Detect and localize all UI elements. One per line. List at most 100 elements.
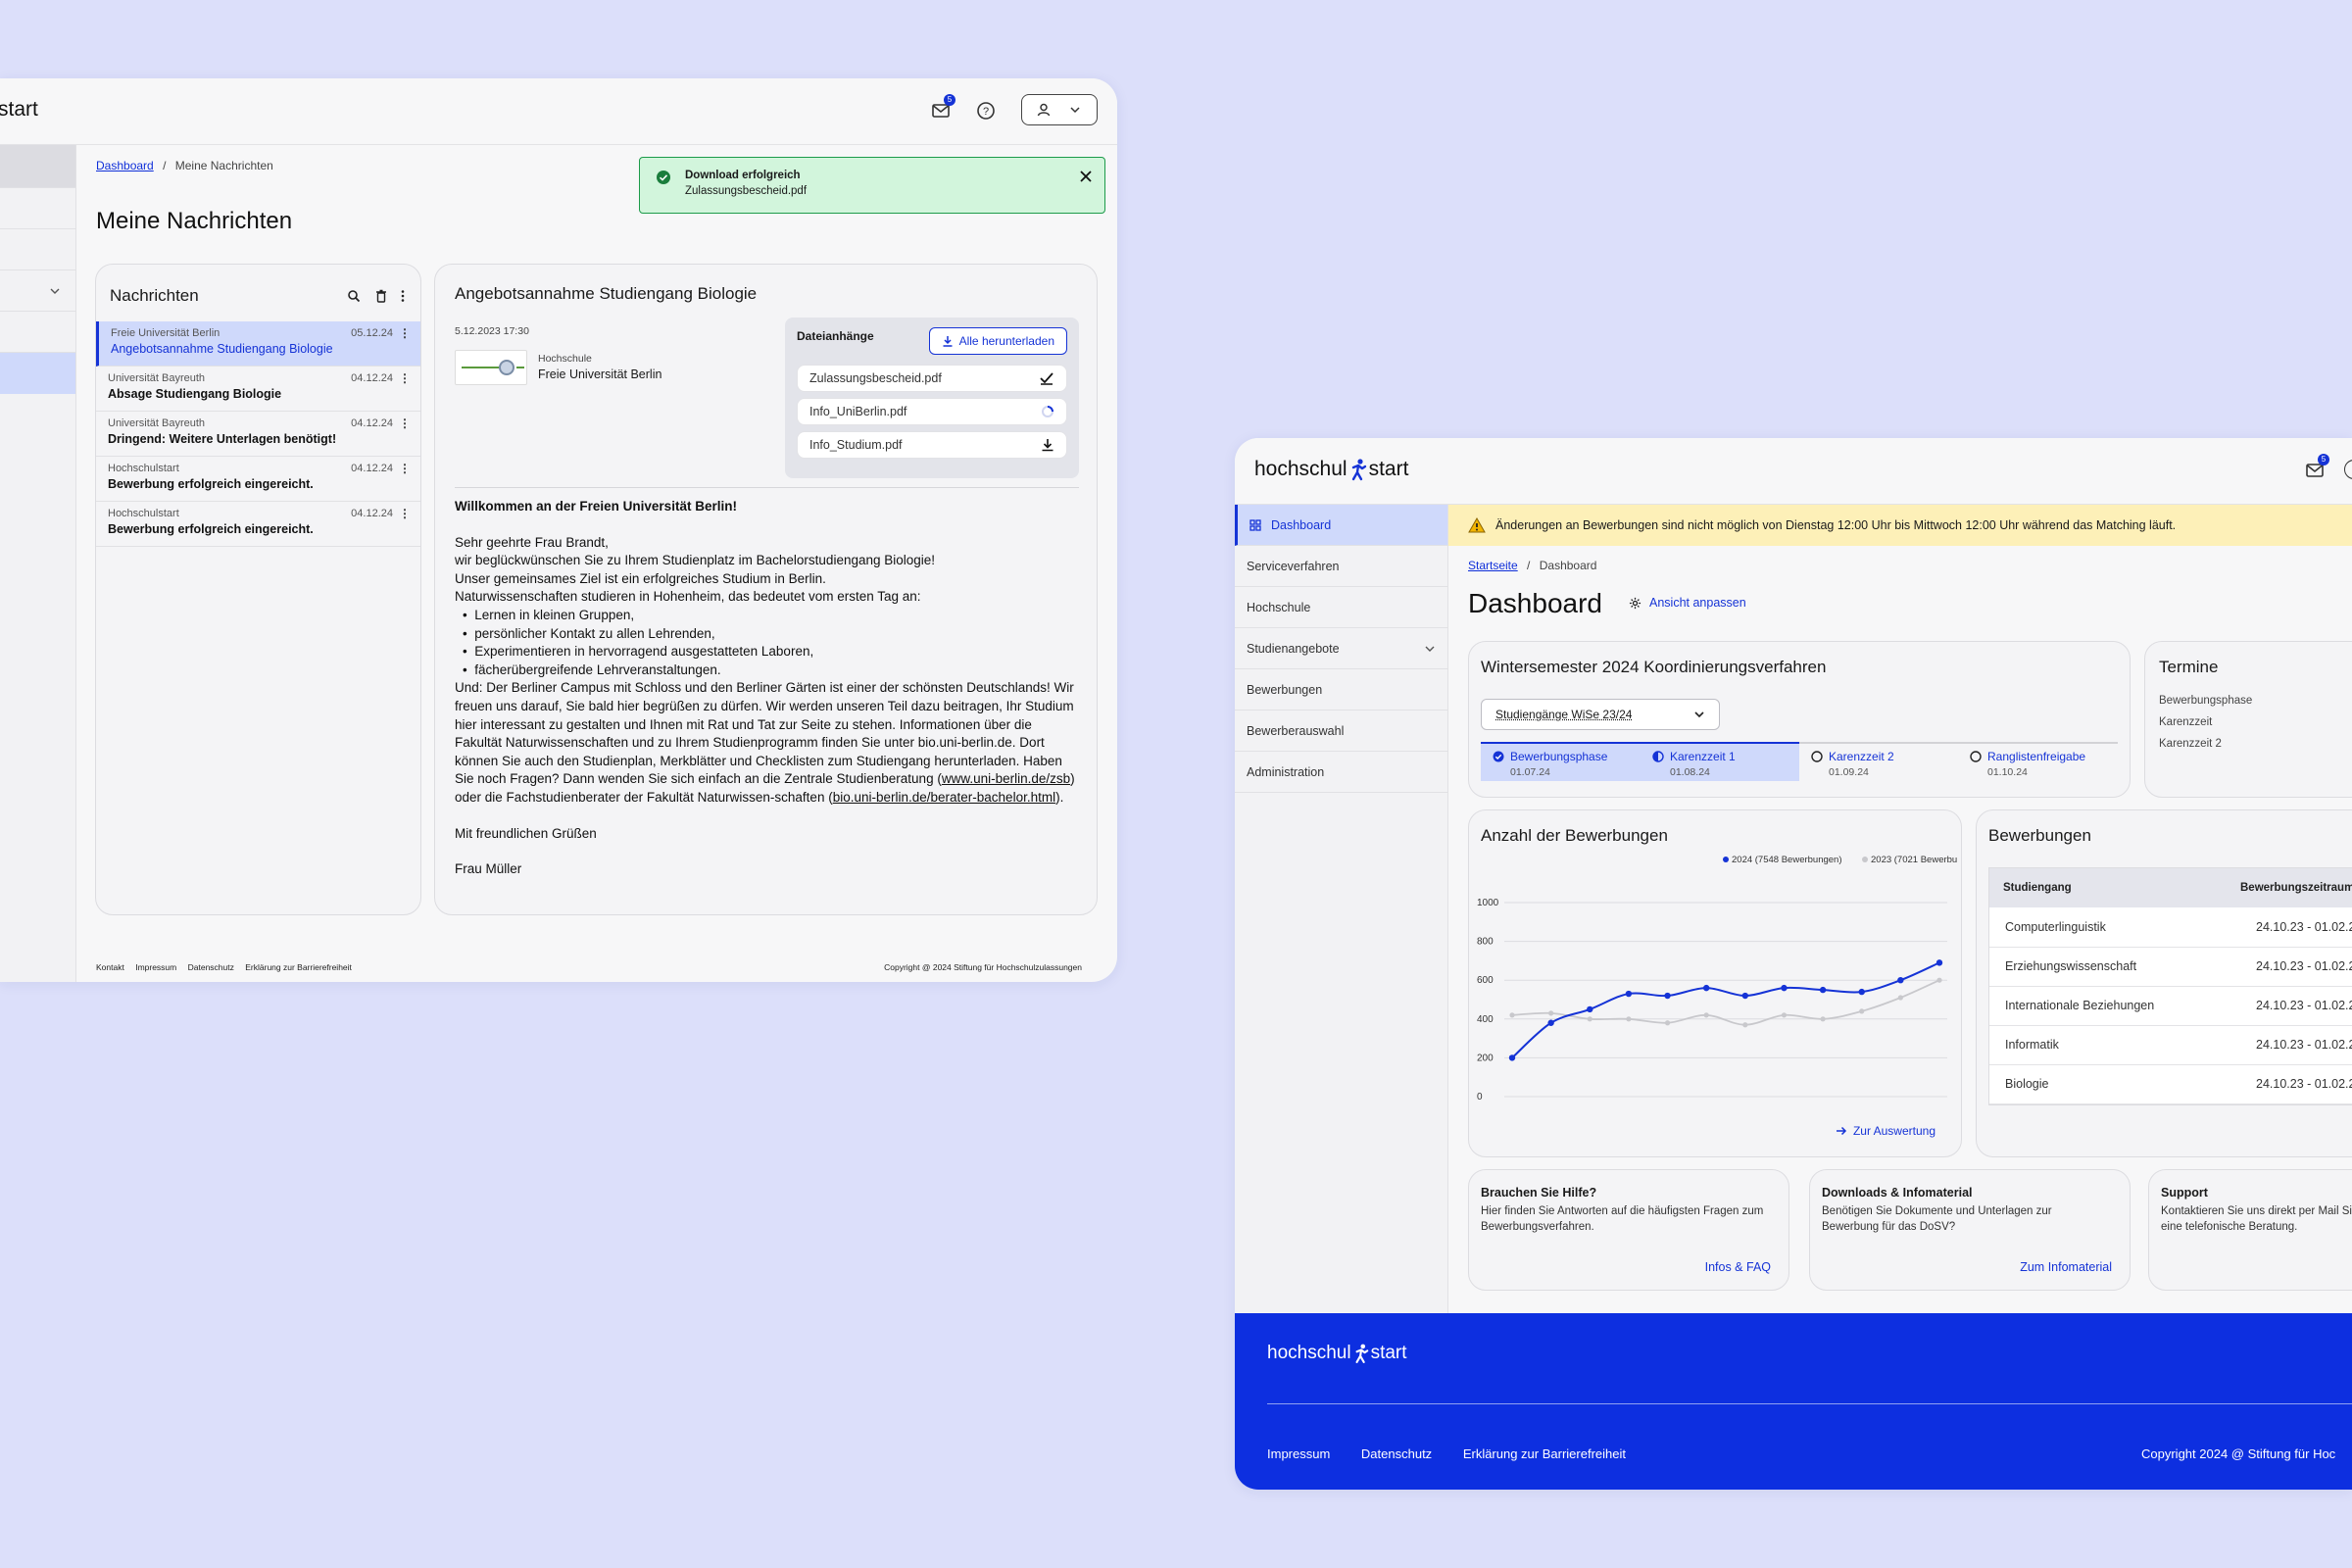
footer-link-barrierefreiheit[interactable]: Erklärung zur Barrierefreiheit <box>1463 1446 1626 1461</box>
sidebar-item-bewerberauswahl[interactable]: Bewerberauswahl <box>1235 710 1447 752</box>
phase-step[interactable]: Ranglistenfreigabe 01.10.24 <box>1958 744 2118 781</box>
chart-data-point <box>1664 1020 1671 1026</box>
sidebar-item-hochschule[interactable]: Hochschule <box>1235 587 1447 628</box>
more-vertical-icon[interactable]: ⋮ <box>399 416 411 430</box>
attachment-row[interactable]: Info_Studium.pdf <box>797 431 1067 459</box>
mail-button[interactable]: 5 <box>2305 454 2329 484</box>
footer-link-datenschutz[interactable]: Datenschutz <box>188 962 234 972</box>
bullet-item: • persönlicher Kontakt zu allen Lehrende… <box>463 625 715 641</box>
chart-data-point <box>1936 959 1943 966</box>
footer-link-kontakt[interactable]: Kontakt <box>96 962 124 972</box>
message-date: 04.12.24 <box>351 463 393 474</box>
sidebar-item[interactable] <box>0 312 75 353</box>
close-icon[interactable] <box>1079 170 1093 183</box>
download-all-button[interactable]: Alle herunterladen <box>928 327 1067 355</box>
footer-link-datenschutz[interactable]: Datenschutz <box>1361 1446 1432 1461</box>
sidebar-item-bewerbungen[interactable]: Bewerbungen <box>1235 669 1447 710</box>
chart-data-point <box>1936 977 1942 983</box>
attachment-row[interactable]: Zulassungsbescheid.pdf <box>797 365 1067 392</box>
breadcrumb: Dashboard / Meine Nachrichten <box>96 159 273 172</box>
sidebar <box>0 145 76 982</box>
sidebar-item-dashboard[interactable]: Dashboard <box>1235 505 1447 546</box>
help-button[interactable]: ? <box>975 100 997 126</box>
toast-filename: Zulassungsbescheid.pdf <box>685 185 808 197</box>
attachment-row[interactable]: Info_UniBerlin.pdf <box>797 398 1067 425</box>
trash-icon[interactable] <box>374 289 388 303</box>
sidebar-item-studienangebote[interactable]: Studienangebote <box>1235 628 1447 669</box>
site-footer: hochschul start Impressum Datenschutz Er… <box>1235 1313 2352 1490</box>
help-icon[interactable] <box>2344 460 2352 479</box>
sidebar-item-active[interactable] <box>0 353 75 394</box>
termine-card: Termine Bewerbungsphase Karenzzeit Karen… <box>2144 641 2352 798</box>
berater-link[interactable]: bio.uni-berlin.de/berater-bachelor.html <box>833 790 1055 805</box>
phase-step[interactable]: Karenzzeit 2 01.09.24 <box>1799 744 1958 781</box>
more-vertical-icon[interactable]: ⋮ <box>399 507 411 520</box>
table-cell: Biologie <box>1989 1064 2240 1104</box>
sidebar-item[interactable] <box>0 188 75 229</box>
phase-step[interactable]: Bewerbungsphase 01.07.24 <box>1481 744 1641 781</box>
footer-divider <box>1267 1403 2352 1404</box>
chart-data-point <box>1587 1005 1593 1013</box>
warning-text: Änderungen an Bewerbungen sind nicht mög… <box>1495 518 2177 532</box>
chart-y-tick-label: 1000 <box>1477 898 1499 908</box>
mail-button[interactable]: 5 <box>931 94 956 124</box>
footer-link-impressum[interactable]: Impressum <box>135 962 176 972</box>
zsb-link[interactable]: www.uni-berlin.de/zsb <box>942 771 1070 786</box>
applications-chart-card: Anzahl der Bewerbungen 1000 800 600 400 200 0… <box>1468 809 1962 1157</box>
message-item[interactable]: Hochschulstart Bewerbung erfolgreich ein… <box>96 502 420 547</box>
evaluation-link[interactable]: Zur Auswertung <box>1836 1124 1936 1138</box>
more-vertical-icon[interactable] <box>400 289 406 303</box>
chevron-down-icon <box>50 288 60 294</box>
sidebar-item[interactable] <box>0 270 75 312</box>
breadcrumb: Startseite / Dashboard <box>1468 559 1596 572</box>
search-icon[interactable] <box>347 289 361 303</box>
chart-data-point <box>1703 1012 1709 1018</box>
footer-logo: hochschul start <box>1267 1343 1407 1364</box>
chart-legend-marker <box>1723 857 1729 862</box>
table-row[interactable]: Computerlinguistik 24.10.23 - 01.02.24 <box>1989 907 2352 948</box>
downloads-card-title: Downloads & Infomaterial <box>1822 1186 1973 1200</box>
chart-data-point <box>1781 1012 1788 1018</box>
attachment-name: Info_Studium.pdf <box>809 438 903 452</box>
table-cell: Erziehungswissenschaft <box>1989 947 2240 987</box>
breadcrumb-separator: / <box>1527 559 1531 572</box>
message-detail-card: Angebotsannahme Studiengang Biologie 5.1… <box>434 264 1098 915</box>
breadcrumb-home-link[interactable]: Dashboard <box>96 159 154 172</box>
applications-table-card: Bewerbungen Studiengang Bewerbungszeitra… <box>1976 809 2352 1157</box>
message-item[interactable]: Universität Bayreuth Dringend: Weitere U… <box>96 412 420 457</box>
message-item[interactable]: Universität Bayreuth Absage Studiengang … <box>96 367 420 412</box>
program-select[interactable]: Studiengänge WiSe 23/24 <box>1481 699 1720 730</box>
table-row[interactable]: Biologie 24.10.23 - 01.02.24 <box>1989 1064 2352 1104</box>
user-menu-button[interactable] <box>1021 94 1098 125</box>
sidebar-item[interactable] <box>0 229 75 270</box>
sidebar-item[interactable] <box>0 145 75 188</box>
body-line: Naturwissenschaften studieren in Hohenhe… <box>455 589 921 605</box>
table-row[interactable]: Informatik 24.10.23 - 01.02.24 <box>1989 1025 2352 1065</box>
more-vertical-icon[interactable]: ⋮ <box>399 371 411 385</box>
more-vertical-icon[interactable]: ⋮ <box>399 462 411 475</box>
breadcrumb-home-link[interactable]: Startseite <box>1468 559 1518 572</box>
customize-view-button[interactable]: Ansicht anpassen <box>1629 596 1746 610</box>
logo-runner-icon <box>1355 1344 1368 1363</box>
download-icon[interactable] <box>1041 438 1054 452</box>
table-header: Bewerbungszeitraum <box>2240 882 2352 894</box>
message-item[interactable]: Hochschulstart Bewerbung erfolgreich ein… <box>96 457 420 502</box>
sidebar-item-administration[interactable]: Administration <box>1235 752 1447 793</box>
attachment-name: Zulassungsbescheid.pdf <box>809 371 942 385</box>
footer-link-barrierefreiheit[interactable]: Erklärung zur Barrierefreiheit <box>245 962 352 972</box>
footer-link-impressum[interactable]: Impressum <box>1267 1446 1330 1461</box>
table-row[interactable]: Internationale Beziehungen 24.10.23 - 01.… <box>1989 986 2352 1026</box>
phase-step[interactable]: Karenzzeit 1 01.08.24 <box>1641 744 1799 781</box>
body-salutation: Sehr geehrte Frau Brandt, <box>455 534 609 550</box>
sidebar-item-serviceverfahren[interactable]: Serviceverfahren <box>1235 546 1447 587</box>
downloads-card-link[interactable]: Zum Infomaterial <box>2020 1260 2112 1274</box>
help-card-link[interactable]: Infos & FAQ <box>1705 1260 1771 1274</box>
message-date: 04.12.24 <box>351 417 393 429</box>
message-detail-title: Angebotsannahme Studiengang Biologie <box>455 284 758 303</box>
more-vertical-icon[interactable]: ⋮ <box>399 326 411 340</box>
message-item-selected[interactable]: Freie Universität Berlin Angebotsannahme… <box>96 321 420 367</box>
download-icon <box>943 336 953 347</box>
chart-data-point <box>1781 984 1788 992</box>
messages-panel-title: Nachrichten <box>110 286 199 305</box>
table-row[interactable]: Erziehungswissenschaft 24.10.23 - 01.02.2… <box>1989 947 2352 987</box>
